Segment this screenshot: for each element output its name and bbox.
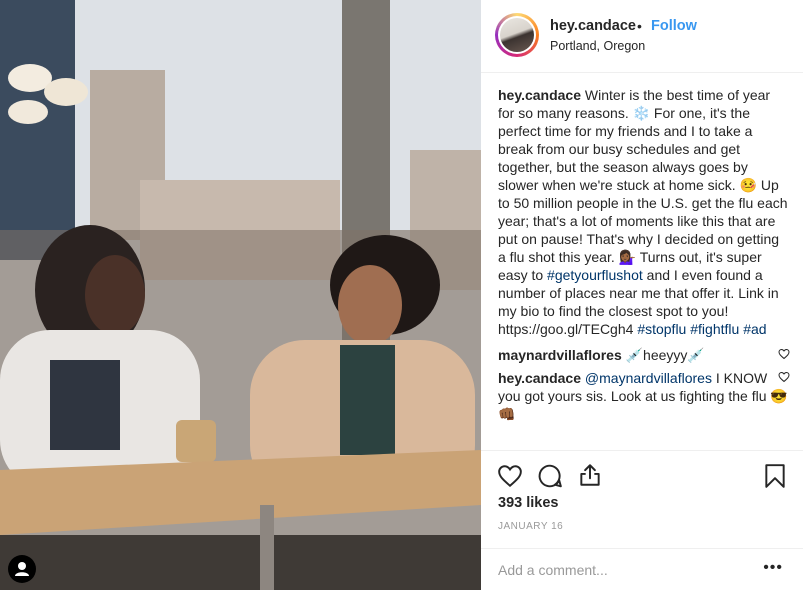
comment-mention[interactable]: @maynardvillaflores <box>585 370 712 386</box>
post-image[interactable] <box>0 0 481 590</box>
post-header: hey.candace • Follow Portland, Oregon <box>481 0 803 73</box>
likes-count[interactable]: 393 likes <box>498 495 558 511</box>
caption: hey.candace Winter is the best time of y… <box>498 86 788 338</box>
hashtag-stopflu[interactable]: #stopflu <box>637 321 686 337</box>
comment-text: 💉heeyyy💉 <box>625 347 705 363</box>
comment-username[interactable]: maynardvillaflores <box>498 347 622 363</box>
comment-item: maynardvillaflores 💉heeyyy💉 <box>498 346 790 364</box>
separator-dot: • <box>637 18 642 34</box>
heart-icon[interactable] <box>497 463 523 489</box>
more-icon[interactable]: ••• <box>763 559 783 577</box>
post-details-panel: hey.candace • Follow Portland, Oregon he… <box>481 0 803 590</box>
comment-like-icon[interactable] <box>778 371 790 383</box>
avatar[interactable] <box>495 13 539 57</box>
user-tags-button[interactable] <box>8 555 36 583</box>
share-icon[interactable] <box>577 462 603 488</box>
comment-icon[interactable] <box>537 463 563 489</box>
user-tag-icon <box>15 562 29 576</box>
hashtag-fightflu[interactable]: #fightflu <box>690 321 739 337</box>
comments-list: hey.candace Winter is the best time of y… <box>498 86 790 423</box>
hashtag-getyourflushot[interactable]: #getyourflushot <box>547 267 643 283</box>
follow-button[interactable]: Follow <box>651 18 697 34</box>
post-actions: 393 likes JANUARY 16 Add a comment... ••… <box>481 450 803 591</box>
post-date: JANUARY 16 <box>498 521 564 532</box>
comment-composer: Add a comment... ••• <box>481 548 803 592</box>
add-comment-input[interactable]: Add a comment... <box>498 562 608 578</box>
hashtag-ad[interactable]: #ad <box>743 321 766 337</box>
post-photo-illustration <box>0 0 481 590</box>
comment-username[interactable]: hey.candace <box>498 370 581 386</box>
caption-text-1: Winter is the best time of year for so m… <box>498 87 788 283</box>
post-username[interactable]: hey.candace <box>550 18 636 34</box>
comment-like-icon[interactable] <box>778 348 790 360</box>
comment-item: hey.candace @maynardvillaflores I KNOW y… <box>498 369 790 423</box>
bookmark-icon[interactable] <box>764 463 786 489</box>
post-location[interactable]: Portland, Oregon <box>550 39 645 53</box>
caption-username[interactable]: hey.candace <box>498 87 581 103</box>
